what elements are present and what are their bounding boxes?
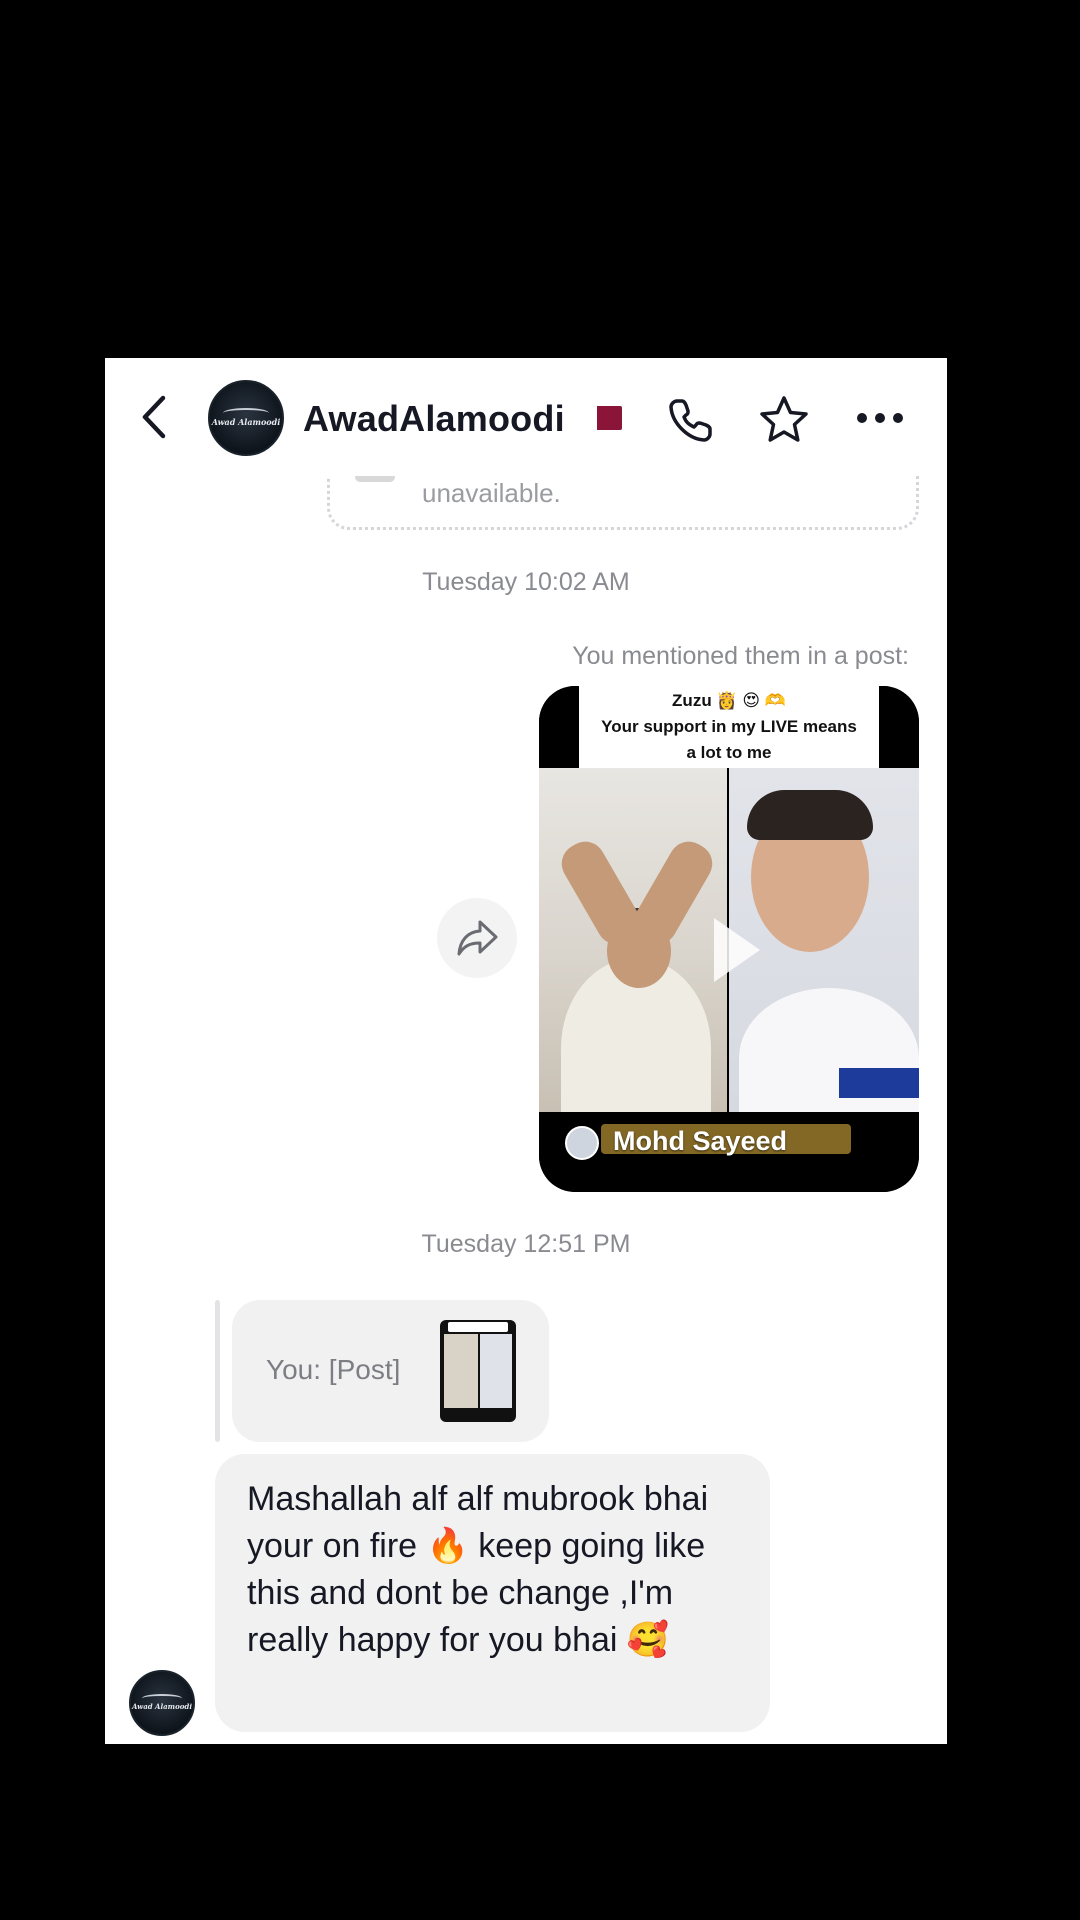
reply-preview-text: You: [Post] [266, 1354, 401, 1385]
share-button[interactable] [437, 898, 517, 978]
back-button[interactable] [133, 392, 177, 442]
reply-quote-bar [215, 1300, 220, 1442]
qatar-flag-icon [586, 406, 622, 430]
chat-screen: unavailable. Awad Alamoodi AwadAlamoodi [105, 358, 947, 1744]
call-button[interactable] [667, 396, 715, 444]
mention-caption: You mentioned them in a post: [572, 642, 909, 670]
more-options-button[interactable] [855, 410, 905, 426]
message-text: Mashallah alf alf mubrook bhai your on f… [247, 1480, 709, 1659]
video-bottom-bar: Mohd Sayeed [539, 1112, 919, 1192]
avatar-logo-text: Awad Alamoodi [211, 416, 281, 427]
video-caption: Zuzu 👸 😍 🫶 Your support in my LIVE means… [579, 686, 879, 768]
chat-header: Awad Alamoodi AwadAlamoodi [105, 358, 947, 476]
creator-handle: Mohd Sayeed [613, 1126, 788, 1156]
video-caption-line: Your support in my LIVE means [601, 717, 857, 736]
unavailable-text: unavailable. [422, 478, 561, 508]
avatar[interactable]: Awad Alamoodi [208, 380, 284, 456]
creator-avatar [565, 1126, 599, 1160]
video-caption-line: Zuzu 👸 😍 🫶 [672, 691, 786, 710]
chevron-left-icon [142, 395, 166, 439]
phone-icon [669, 399, 712, 442]
message-bubble[interactable]: Mashallah alf alf mubrook bhai your on f… [215, 1454, 770, 1732]
play-icon[interactable] [714, 918, 760, 982]
thumbnail-right [480, 1334, 512, 1408]
favorite-button[interactable] [758, 394, 810, 446]
message-timestamp: Tuesday 10:02 AM [422, 568, 630, 596]
avatar-logo-text: Awad Alamoodi [132, 1701, 192, 1711]
video-caption-line: a lot to me [686, 743, 772, 762]
post-thumbnail [440, 1320, 516, 1422]
shirt-stripe [839, 1068, 919, 1098]
star-icon [760, 396, 808, 442]
hair [747, 790, 873, 840]
shared-video-post[interactable]: Zuzu 👸 😍 🫶 Your support in my LIVE means… [539, 686, 919, 1192]
thumbnail-left [444, 1334, 478, 1408]
message-timestamp: Tuesday 12:51 PM [421, 1230, 631, 1258]
arm [554, 834, 648, 952]
sender-avatar[interactable]: Awad Alamoodi [129, 1670, 195, 1736]
thumbnail-caption [448, 1322, 508, 1332]
reply-preview[interactable]: You: [Post] [232, 1300, 549, 1442]
chat-user-name[interactable]: AwadAlamoodi [303, 398, 565, 440]
share-arrow-icon [457, 920, 498, 956]
video-left-panel [539, 768, 727, 1112]
arm [626, 834, 720, 952]
more-horizontal-icon [857, 413, 903, 423]
